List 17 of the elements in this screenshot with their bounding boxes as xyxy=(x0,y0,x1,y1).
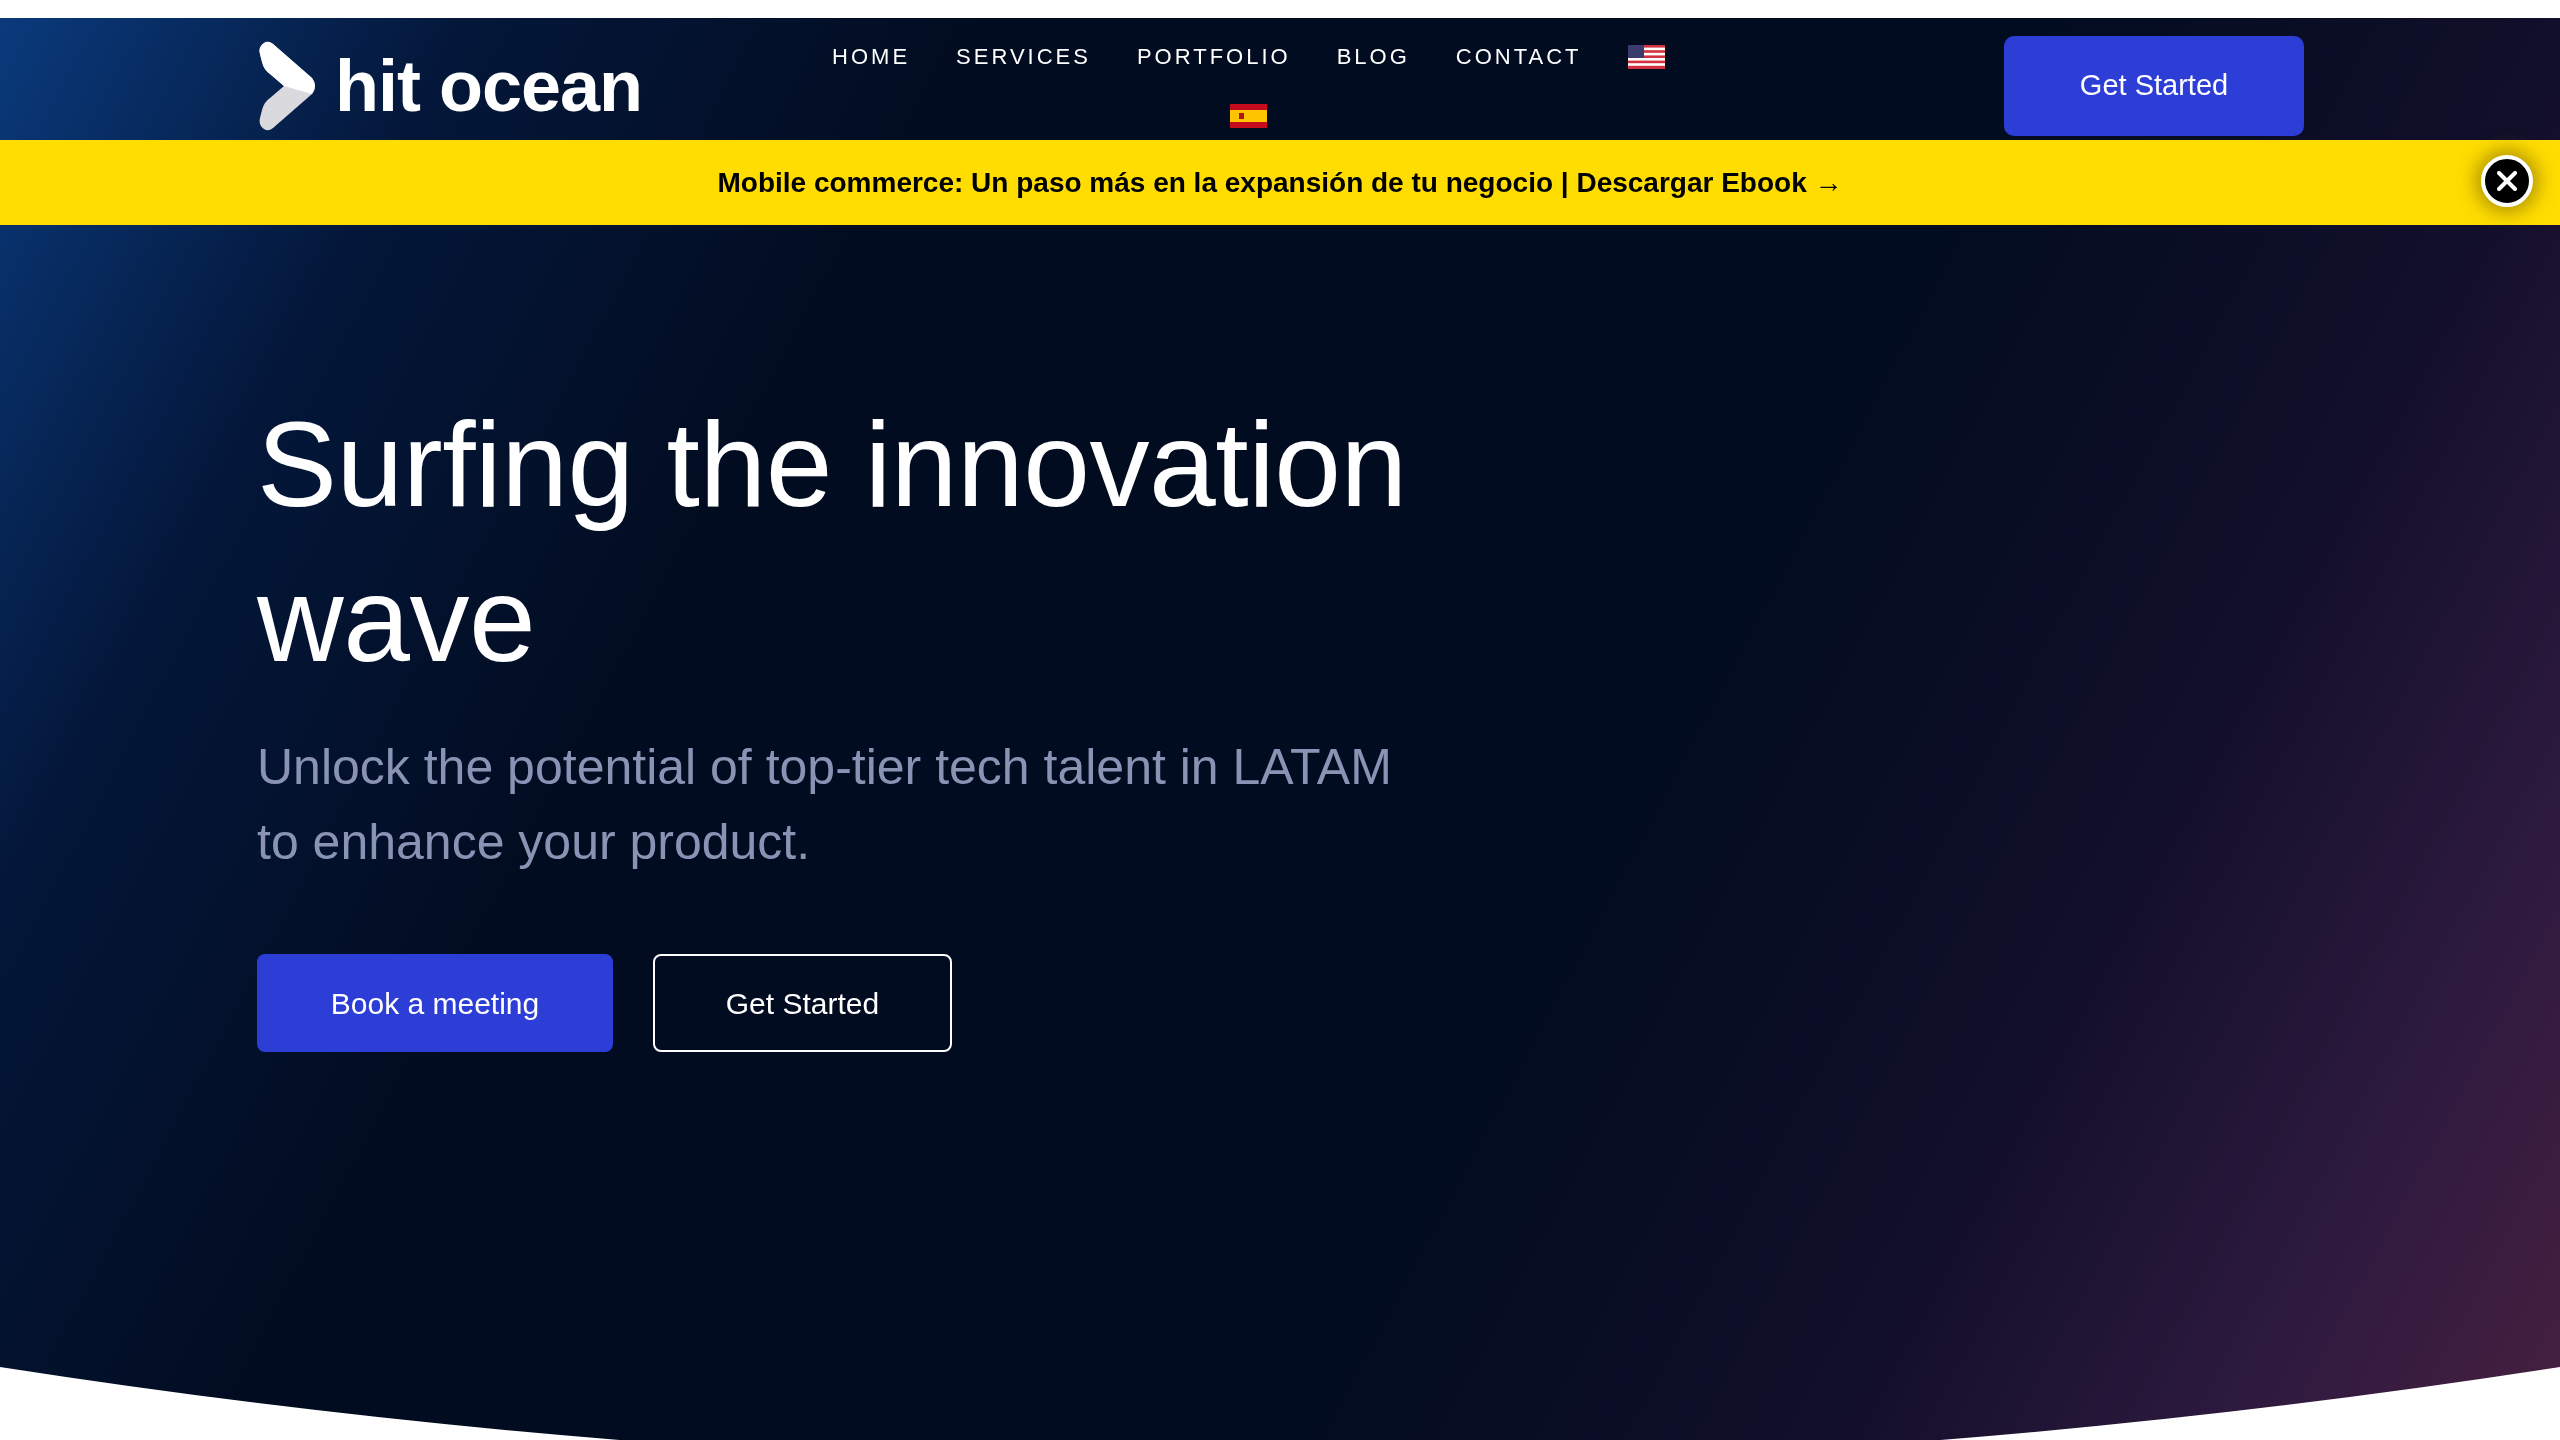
nav-link[interactable]: PORTFOLIO xyxy=(1136,42,1291,72)
book-meeting-button[interactable]: Book a meeting xyxy=(257,954,613,1052)
announcement-link[interactable]: Mobile commerce: Un paso más en la expansión de tu negocio | Descargar Ebook → xyxy=(717,161,1843,204)
nav-link[interactable]: SERVICES xyxy=(956,42,1091,72)
us-flag-icon[interactable] xyxy=(1627,45,1665,69)
logo-icon xyxy=(258,40,318,132)
nav-link[interactable]: BLOG xyxy=(1336,42,1410,72)
hero-subtitle: Unlock the potential of top-tier tech talent in LATAM to enhance your product. xyxy=(257,738,1393,872)
logo-text: hit ocean xyxy=(335,46,643,126)
close-icon xyxy=(2497,171,2517,191)
get-started-button[interactable]: Get Started xyxy=(2004,36,2304,136)
spain-flag-icon[interactable] xyxy=(1229,104,1267,128)
nav-link[interactable]: CONTACT xyxy=(1455,42,1582,72)
get-started-button[interactable]: Get Started xyxy=(653,954,952,1052)
nav-link[interactable]: HOME xyxy=(832,42,911,72)
close-button[interactable] xyxy=(2481,155,2533,207)
hero-title: Surfing the innovation wave xyxy=(257,396,1408,688)
